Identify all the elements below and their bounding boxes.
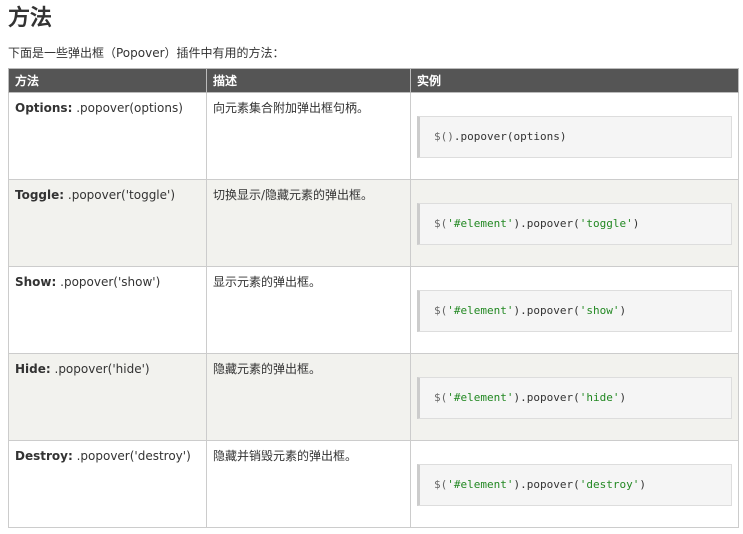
code-argument: 'hide' [579, 391, 620, 404]
code-prefix: $( [434, 478, 448, 491]
example-cell: $('#element').popover('destroy') [410, 440, 739, 528]
method-description: 隐藏元素的弹出框。 [213, 362, 322, 376]
method-call: .popover('toggle') [64, 188, 176, 202]
example-cell: $('#element').popover('toggle') [410, 179, 739, 267]
description-cell: 显示元素的弹出框。 [206, 266, 411, 354]
header-method: 方法 [8, 68, 207, 93]
method-call: .popover('destroy') [72, 449, 191, 463]
method-name: Hide: [15, 362, 51, 376]
code-argument: 'toggle' [579, 217, 633, 230]
code-selector: '#element' [447, 391, 514, 404]
description-cell: 向元素集合附加弹出框句柄。 [206, 92, 411, 180]
header-example: 实例 [410, 68, 739, 93]
code-argument: 'show' [579, 304, 620, 317]
code-block: $('#element').popover('hide') [417, 377, 732, 419]
code-method: ).popover( [513, 304, 580, 317]
method-cell: Toggle: .popover('toggle') [8, 179, 207, 267]
example-cell: $().popover(options) [410, 92, 739, 180]
code-end: ) [619, 304, 627, 317]
table-row: Toggle: .popover('toggle') 切换显示/隐藏元素的弹出框… [8, 179, 739, 267]
method-name: Destroy: [15, 449, 73, 463]
code-end: ) [639, 478, 646, 491]
code-selector: '#element' [447, 304, 514, 317]
table-row: Hide: .popover('hide') 隐藏元素的弹出框。 $('#ele… [8, 353, 739, 441]
table-row: Destroy: .popover('destroy') 隐藏并销毁元素的弹出框… [8, 440, 739, 528]
code-end: ) [632, 217, 640, 230]
method-cell: Hide: .popover('hide') [8, 353, 207, 441]
code-selector: '#element' [447, 478, 514, 491]
code-block: $('#element').popover('show') [417, 290, 732, 332]
description-cell: 隐藏元素的弹出框。 [206, 353, 411, 441]
method-name: Show: [15, 275, 57, 289]
table-header-row: 方法 描述 实例 [8, 68, 739, 93]
method-cell: Destroy: .popover('destroy') [8, 440, 207, 528]
code-method: ).popover( [513, 478, 580, 491]
code-selector: '#element' [447, 217, 514, 230]
description-cell: 切换显示/隐藏元素的弹出框。 [206, 179, 411, 267]
method-cell: Options: .popover(options) [8, 92, 207, 180]
method-description: 切换显示/隐藏元素的弹出框。 [213, 188, 374, 202]
code-prefix: $( [434, 217, 448, 230]
code-prefix: $( [434, 304, 448, 317]
table-row: Options: .popover(options) 向元素集合附加弹出框句柄。… [8, 92, 739, 180]
code-method: ).popover( [513, 391, 580, 404]
code-block: $('#element').popover('destroy') [417, 464, 732, 506]
code-suffix: .popover(options) [453, 130, 567, 143]
page-title: 方法 [8, 6, 53, 31]
example-cell: $('#element').popover('hide') [410, 353, 739, 441]
methods-table: 方法 描述 实例 Options: .popover(options) 向元素集… [8, 68, 739, 528]
intro-text: 下面是一些弹出框（Popover）插件中有用的方法： [8, 46, 285, 60]
code-method: ).popover( [513, 217, 580, 230]
method-call: .popover('show') [56, 275, 161, 289]
code-prefix: $() [434, 130, 454, 143]
page-content: 方法 下面是一些弹出框（Popover）插件中有用的方法： 方法 描述 实例 O… [8, 4, 739, 528]
code-argument: 'destroy' [579, 478, 640, 491]
method-call: .popover(options) [72, 101, 183, 115]
method-call: .popover('hide') [50, 362, 150, 376]
code-end: ) [619, 391, 627, 404]
header-description: 描述 [206, 68, 411, 93]
method-description: 隐藏并销毁元素的弹出框。 [213, 449, 358, 463]
code-block: $().popover(options) [417, 116, 732, 158]
method-description: 显示元素的弹出框。 [213, 275, 322, 289]
example-cell: $('#element').popover('show') [410, 266, 739, 354]
method-cell: Show: .popover('show') [8, 266, 207, 354]
code-prefix: $( [434, 391, 448, 404]
method-description: 向元素集合附加弹出框句柄。 [213, 101, 370, 115]
method-name: Toggle: [15, 188, 65, 202]
description-cell: 隐藏并销毁元素的弹出框。 [206, 440, 411, 528]
code-block: $('#element').popover('toggle') [417, 203, 732, 245]
method-name: Options: [15, 101, 73, 115]
table-row: Show: .popover('show') 显示元素的弹出框。 $('#ele… [8, 266, 739, 354]
